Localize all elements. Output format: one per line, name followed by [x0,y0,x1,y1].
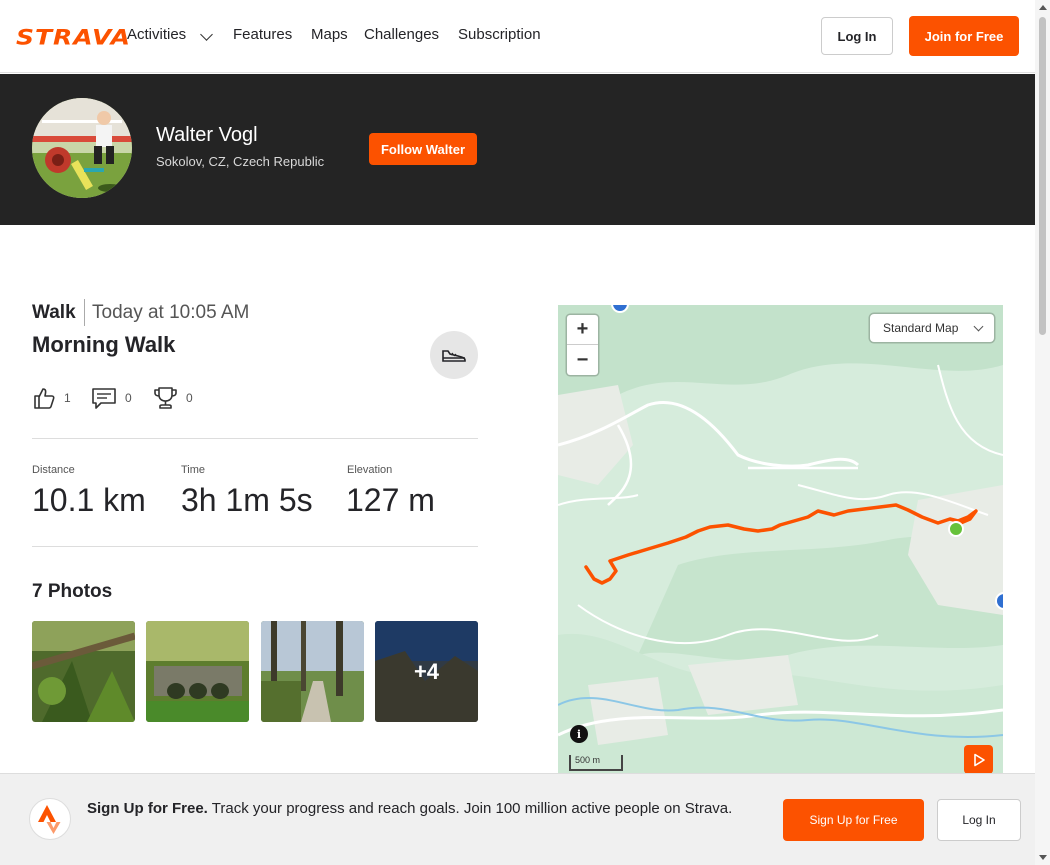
banner-login-button[interactable]: Log In [937,799,1021,841]
thumbs-up-icon [34,388,55,409]
join-button[interactable]: Join for Free [909,16,1019,56]
play-flyover-button[interactable] [964,745,993,773]
photo-thumbnail[interactable] [261,621,364,722]
photo-thumbnail-more[interactable]: +4 [375,621,478,722]
stat-label-distance: Distance [32,464,75,476]
nav-activities[interactable]: Activities [127,26,186,43]
athlete-location: Sokolov, CZ, Czech Republic [156,154,325,169]
banner-lead: Sign Up for Free. [87,800,208,817]
strava-icon [29,798,71,840]
shoe-icon [442,350,466,362]
chevron-down-icon [973,321,984,332]
login-button[interactable]: Log In [821,17,893,55]
trophy-icon [154,387,177,409]
activity-type: Walk [32,302,76,323]
banner-body: Track your progress and reach goals. Joi… [211,800,733,817]
scroll-down-icon[interactable] [1039,855,1047,860]
signup-button[interactable]: Sign Up for Free [783,799,924,841]
chevron-down-icon[interactable] [200,28,213,41]
scroll-up-icon[interactable] [1039,5,1047,10]
activity-time: Today at 10:05 AM [92,302,250,323]
top-nav: STRAVA Activities Features Maps Challeng… [0,0,1035,73]
divider [84,299,85,326]
kudos-button[interactable]: 1 [32,384,71,412]
zoom-in-button[interactable]: + [567,315,598,345]
comment-icon [92,388,116,409]
scrollbar-thumb[interactable] [1039,17,1046,335]
scrollbar[interactable] [1035,0,1050,865]
achievements-button[interactable]: 0 [153,384,193,412]
nav-subscription[interactable]: Subscription [458,26,541,43]
comments-button[interactable]: 0 [91,384,132,412]
athlete-header: Walter Vogl Sokolov, CZ, Czech Republic … [0,74,1035,225]
signup-banner: Sign Up for Free. Track your progress an… [0,773,1035,865]
photo-thumbnail[interactable] [32,621,135,722]
comments-count: 0 [125,391,132,405]
photo-thumbnail[interactable] [146,621,249,722]
map-canvas[interactable] [558,305,1003,773]
divider [32,438,478,439]
stat-label-time: Time [181,464,206,476]
stat-value-time: 3h 1m 5s [181,482,313,518]
strava-logo[interactable]: STRAVA [16,25,131,50]
kudos-count: 1 [64,391,71,405]
nav-challenges[interactable]: Challenges [364,26,439,43]
map-type-select[interactable]: Standard Map [870,314,994,342]
map-scale: 500 m [569,755,623,771]
info-icon[interactable]: i [570,725,588,743]
stat-value-elevation: 127 m [346,482,435,518]
athlete-name[interactable]: Walter Vogl [156,124,258,147]
follow-button[interactable]: Follow Walter [369,133,477,165]
more-photos-label: +4 [375,621,478,722]
stat-label-elevation: Elevation [347,464,393,476]
stat-value-distance: 10.1 km [32,482,146,518]
route-map[interactable]: + − Standard Map i 500 m [558,305,1003,773]
play-icon [973,753,985,766]
map-type-label: Standard Map [883,321,959,335]
achievements-count: 0 [186,391,193,405]
photos-title: 7 Photos [32,581,113,602]
activity-title: Morning Walk [32,332,176,357]
gear-shoe-button[interactable] [430,331,478,379]
zoom-controls: + − [567,315,598,375]
zoom-out-button[interactable]: − [567,345,598,375]
nav-features[interactable]: Features [233,26,292,43]
banner-message: Sign Up for Free. Track your progress an… [87,798,757,820]
nav-maps[interactable]: Maps [311,26,348,43]
avatar[interactable] [32,98,132,198]
divider [32,546,478,547]
